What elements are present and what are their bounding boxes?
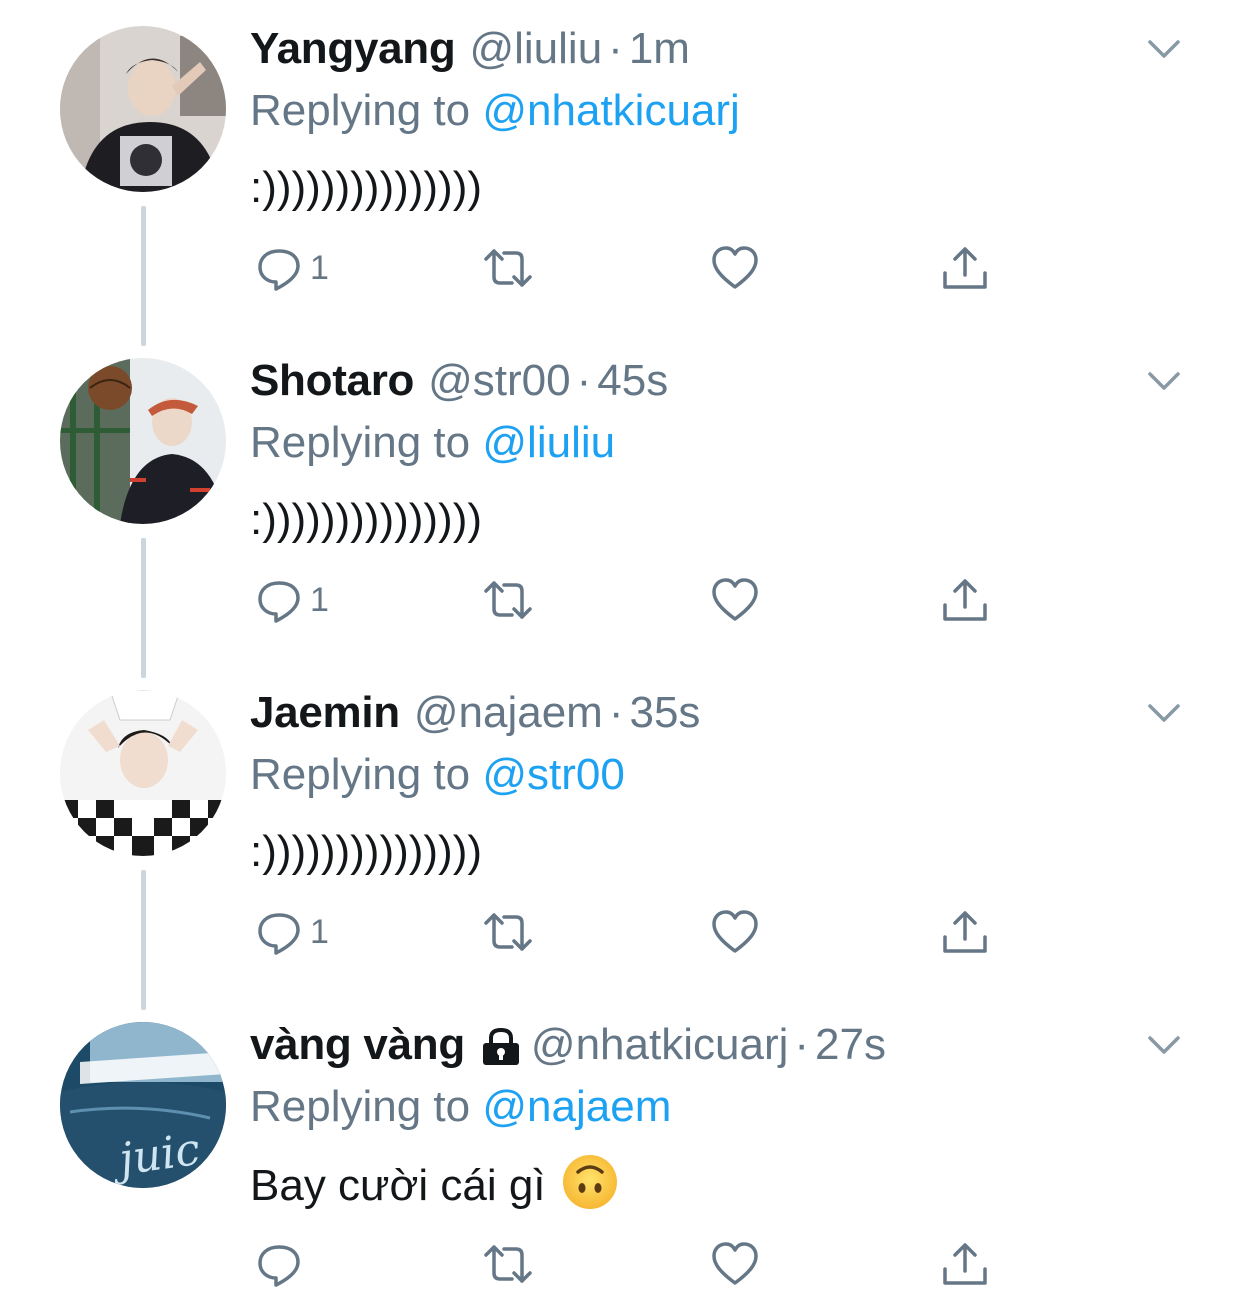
- heart-icon: [712, 1242, 758, 1285]
- tweet-text: :))))))))))))))): [250, 827, 483, 876]
- share-button[interactable]: [940, 1236, 990, 1292]
- like-button[interactable]: [710, 1236, 760, 1292]
- chevron-down-icon[interactable]: [1144, 366, 1184, 396]
- tweet[interactable]: Shotaro @str00 · 45s Replying to @liuliu…: [0, 332, 1242, 678]
- like-button[interactable]: [710, 240, 760, 296]
- replying-to: Replying to @str00: [250, 744, 1202, 806]
- avatar-photo: [60, 358, 226, 524]
- reply-button[interactable]: 1: [254, 572, 329, 628]
- tweet-text-content: Bay cười cái gì: [250, 1161, 546, 1210]
- like-button[interactable]: [710, 572, 760, 628]
- thread-line: [141, 538, 146, 678]
- user-handle[interactable]: @nhatkicuarj: [531, 1020, 788, 1070]
- share-icon: [943, 911, 987, 953]
- avatar[interactable]: juic: [60, 1022, 226, 1188]
- retweet-button[interactable]: [480, 572, 536, 628]
- replying-to-link[interactable]: @str00: [482, 750, 624, 799]
- share-button[interactable]: [940, 572, 990, 628]
- replying-to-label: Replying to: [250, 1082, 471, 1131]
- share-button[interactable]: [940, 240, 990, 296]
- reply-button[interactable]: 1: [254, 240, 329, 296]
- heart-icon: [712, 910, 758, 953]
- timestamp[interactable]: 27s: [815, 1020, 886, 1070]
- replying-to-label: Replying to: [250, 750, 471, 799]
- retweet-icon: [484, 913, 532, 951]
- reply-count: 1: [310, 248, 329, 287]
- replying-to-link[interactable]: @najaem: [482, 1082, 671, 1131]
- replying-to-link[interactable]: @liuliu: [482, 418, 615, 467]
- reply-icon: [258, 249, 300, 291]
- heart-icon: [712, 578, 758, 621]
- replying-to-label: Replying to: [250, 86, 471, 135]
- reply-icon: [258, 913, 300, 955]
- tweet-text: :))))))))))))))): [250, 163, 483, 212]
- reply-icon: [258, 1245, 300, 1287]
- tweet[interactable]: Yangyang @liuliu · 1m Replying to @nhatk…: [0, 0, 1242, 346]
- reply-count: 1: [310, 580, 329, 619]
- separator: ·: [794, 1020, 810, 1069]
- retweet-icon: [484, 1245, 532, 1283]
- retweet-button[interactable]: [480, 904, 536, 960]
- retweet-button[interactable]: [480, 1236, 536, 1292]
- avatar[interactable]: [60, 358, 226, 524]
- avatar[interactable]: [60, 690, 226, 856]
- upside-down-face-icon: [562, 1155, 617, 1209]
- user-handle[interactable]: @najaem: [414, 688, 603, 738]
- avatar[interactable]: [60, 26, 226, 192]
- user-handle[interactable]: @liuliu: [469, 24, 602, 74]
- share-button[interactable]: [940, 904, 990, 960]
- replying-to-label: Replying to: [250, 418, 471, 467]
- thread-line: [141, 870, 146, 1010]
- display-name[interactable]: vàng vàng: [250, 1020, 465, 1070]
- share-icon: [943, 247, 987, 289]
- display-name[interactable]: Jaemin: [250, 688, 400, 738]
- heart-icon: [712, 246, 758, 289]
- like-button[interactable]: [710, 904, 760, 960]
- tweet[interactable]: Jaemin @najaem · 35s Replying to @str00 …: [0, 664, 1242, 1010]
- thread-line: [141, 206, 146, 346]
- share-icon: [943, 579, 987, 621]
- separator: ·: [608, 688, 624, 737]
- reply-icon: [258, 581, 300, 623]
- lock-icon: [482, 1027, 519, 1065]
- chevron-down-icon[interactable]: [1144, 1030, 1184, 1060]
- reply-button[interactable]: [254, 1236, 310, 1292]
- retweet-icon: [484, 249, 532, 287]
- avatar-photo: [60, 26, 226, 192]
- display-name[interactable]: Shotaro: [250, 356, 414, 406]
- chevron-down-icon[interactable]: [1144, 34, 1184, 64]
- replying-to-link[interactable]: @nhatkicuarj: [482, 86, 739, 135]
- replying-to: Replying to @nhatkicuarj: [250, 80, 1202, 142]
- retweet-icon: [484, 581, 532, 619]
- reply-button[interactable]: 1: [254, 904, 329, 960]
- retweet-button[interactable]: [480, 240, 536, 296]
- chevron-down-icon[interactable]: [1144, 698, 1184, 728]
- avatar-photo: [60, 690, 226, 856]
- avatar-photo: juic: [60, 1022, 226, 1188]
- timestamp[interactable]: 45s: [597, 356, 668, 406]
- separator: ·: [608, 24, 623, 73]
- separator: ·: [576, 356, 592, 405]
- tweet[interactable]: juic vàng vàng @nhatkicuarj · 27s Replyi…: [0, 996, 1242, 1306]
- tweet-text: :))))))))))))))): [250, 495, 483, 544]
- timestamp[interactable]: 35s: [629, 688, 700, 738]
- display-name[interactable]: Yangyang: [250, 24, 456, 74]
- user-handle[interactable]: @str00: [428, 356, 570, 406]
- reply-count: 1: [310, 912, 329, 951]
- replying-to: Replying to @najaem: [250, 1076, 1202, 1138]
- timestamp[interactable]: 1m: [629, 24, 690, 74]
- tweet-text: Bay cười cái gì: [250, 1154, 1202, 1214]
- replying-to: Replying to @liuliu: [250, 412, 1202, 474]
- share-icon: [943, 1243, 987, 1285]
